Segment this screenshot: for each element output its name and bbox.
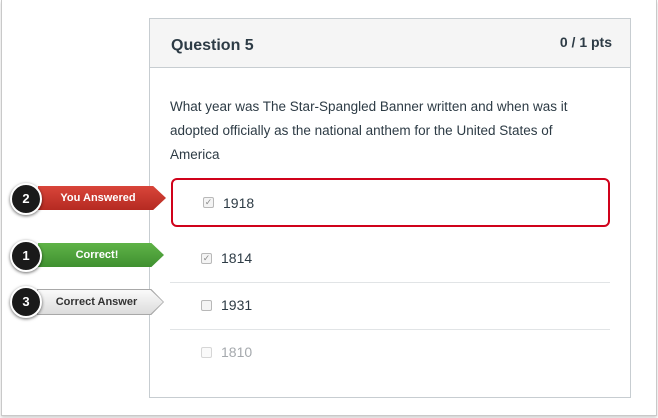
callout-number-3: 3 bbox=[10, 286, 42, 318]
you-answered-tag: You Answered bbox=[38, 186, 166, 210]
answer-label: 1810 bbox=[221, 344, 253, 360]
question-card: Question 5 0 / 1 pts What year was The S… bbox=[149, 18, 631, 398]
answer-checkbox[interactable] bbox=[201, 300, 212, 311]
answer-label: 1814 bbox=[221, 250, 253, 266]
callout-number-1: 1 bbox=[10, 240, 42, 272]
callout-number-2: 2 bbox=[10, 183, 42, 215]
question-title: Question 5 bbox=[171, 37, 254, 54]
question-text: What year was The Star-Spangled Banner w… bbox=[170, 99, 568, 162]
question-header: Question 5 0 / 1 pts bbox=[150, 19, 630, 68]
answer-option-1918[interactable]: ✓ 1918 bbox=[171, 178, 610, 227]
answer-checkbox[interactable]: ✓ bbox=[201, 253, 212, 264]
answer-option-1931[interactable]: 1931 bbox=[170, 284, 610, 330]
answer-option-1810[interactable]: 1810 bbox=[170, 331, 610, 377]
answer-label: 1931 bbox=[221, 297, 253, 313]
correct-tag: Correct! bbox=[38, 243, 164, 267]
answer-checkbox[interactable]: ✓ bbox=[203, 197, 214, 208]
answer-option-1814[interactable]: ✓ 1814 bbox=[170, 237, 610, 283]
correct-answer-tag: Correct Answer bbox=[38, 290, 163, 314]
question-points: 0 / 1 pts bbox=[559, 34, 612, 50]
answer-checkbox[interactable] bbox=[201, 347, 212, 358]
answer-label: 1918 bbox=[223, 195, 255, 211]
